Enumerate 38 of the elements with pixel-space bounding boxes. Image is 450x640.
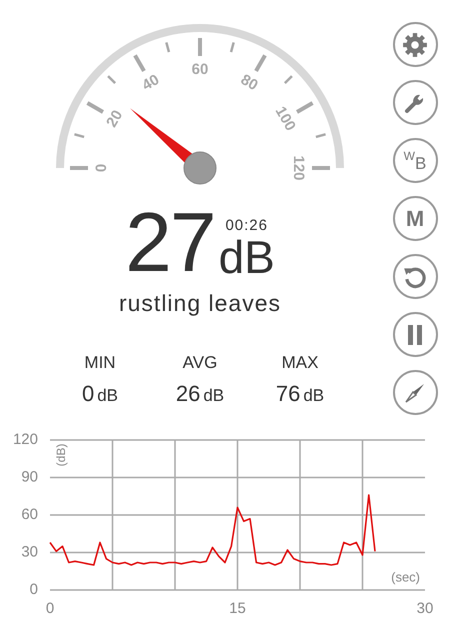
y-axis-label: 60 (21, 506, 38, 523)
gauge-scale-label: 0 (92, 164, 110, 172)
stat-unit: dB (303, 386, 324, 406)
x-axis-label: 0 (46, 600, 54, 617)
stat-unit: dB (97, 386, 118, 406)
gauge-scale-label: 80 (238, 71, 261, 94)
y-axis-label: 90 (21, 468, 38, 486)
stat-label: AVG (182, 353, 218, 373)
settings-button[interactable] (392, 22, 438, 67)
x-axis-title: (sec) (391, 569, 420, 584)
y-axis-label: 30 (21, 543, 38, 560)
tools-button[interactable] (392, 80, 438, 125)
stat-value: 26 (176, 381, 200, 407)
stat-value: 0 (82, 381, 94, 407)
stat-unit: dB (203, 386, 224, 406)
sound-description: rustling leaves (118, 290, 282, 317)
pause-button[interactable] (392, 312, 438, 357)
stat-value: 76 (276, 381, 300, 407)
stat-label: MIN (84, 353, 116, 373)
calibrate-button[interactable] (392, 370, 438, 415)
gauge-scale-label: 120 (290, 155, 308, 181)
x-axis-label: 15 (229, 600, 246, 617)
y-axis-label: 120 (12, 430, 38, 448)
x-axis-label: 30 (416, 600, 434, 617)
gauge-scale-label: 20 (103, 107, 126, 130)
gauge-scale-label: 100 (272, 104, 299, 134)
gauge-scale-label: 60 (192, 60, 208, 78)
reset-button[interactable] (392, 254, 438, 299)
stat-label: MAX (282, 353, 318, 373)
elapsed-time: 00:26 (225, 217, 268, 234)
y-axis-title: (dB) (54, 444, 68, 466)
gauge-scale-label: 40 (139, 71, 162, 94)
mode-button[interactable]: M (392, 196, 438, 241)
level-unit: dB (218, 234, 275, 280)
pause-icon (406, 324, 424, 346)
settings-icon (402, 32, 428, 58)
y-axis-label: 0 (30, 580, 38, 598)
level-value: 27 (125, 200, 215, 284)
